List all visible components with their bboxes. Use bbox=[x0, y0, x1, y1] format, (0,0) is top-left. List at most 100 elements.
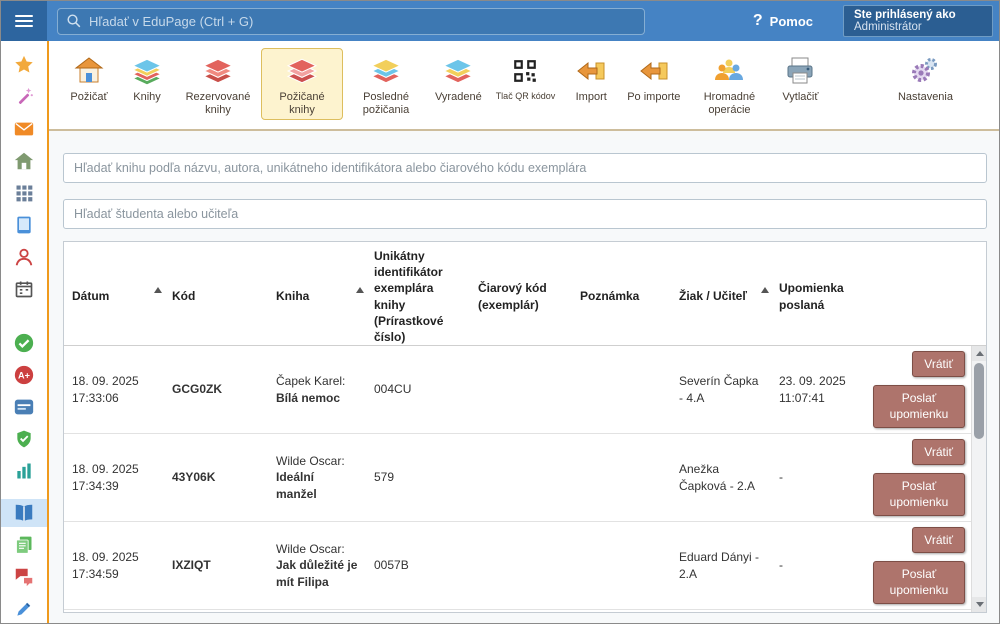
cell-unique-id: 579 bbox=[366, 463, 470, 491]
sidebar-item-card[interactable] bbox=[1, 393, 47, 421]
column-header-label: Kniha bbox=[276, 289, 309, 303]
toolbar-item-label: Import bbox=[576, 91, 607, 104]
sidebar-item-wizard[interactable] bbox=[1, 83, 47, 111]
toolbar-item-label: Požičané knihy bbox=[267, 91, 337, 117]
scroll-up-icon[interactable] bbox=[972, 346, 986, 361]
sidebar-item-security[interactable] bbox=[1, 425, 47, 453]
toolbar-item-reserved-books[interactable]: Rezervované knihy bbox=[177, 48, 259, 120]
topbar: ? Pomoc Ste prihlásený ako Administrátor bbox=[1, 1, 999, 41]
grades-a-plus-icon: A+ bbox=[13, 364, 35, 386]
sidebar-item-library[interactable] bbox=[1, 499, 47, 527]
table-row: 18. 09. 2025 17:33:06 GCG0ZK Čapek Karel… bbox=[64, 346, 971, 434]
book-author: Wilde Oscar: bbox=[276, 453, 358, 469]
sort-asc-icon[interactable] bbox=[761, 287, 769, 293]
toolbar-item-label: Tlač QR kódov bbox=[496, 91, 556, 102]
toolbar-item-discarded[interactable]: Vyradené bbox=[429, 48, 488, 107]
pen-icon bbox=[14, 599, 34, 619]
global-search-input[interactable] bbox=[89, 14, 636, 29]
library-toolbar: Požičať Knihy Rezervované knihy bbox=[49, 41, 999, 131]
sidebar-item-messages[interactable] bbox=[1, 115, 47, 143]
scrollbar-thumb[interactable] bbox=[974, 363, 984, 439]
sidebar-item-chat[interactable] bbox=[1, 563, 47, 591]
books-stack-reserved-icon bbox=[201, 53, 235, 89]
column-header-unique-id[interactable]: Unikátny identifikátor exemplára knihy (… bbox=[366, 242, 470, 351]
column-header-label: Upomienka poslaná bbox=[779, 281, 844, 311]
cell-date: 18. 09. 2025 17:33:06 bbox=[64, 367, 164, 411]
return-button[interactable]: Vrátiť bbox=[912, 439, 965, 465]
column-header-label: Kód bbox=[172, 289, 195, 303]
return-button[interactable]: Vrátiť bbox=[912, 351, 965, 377]
book-title: Bílá nemoc bbox=[276, 390, 358, 406]
logged-in-user-box[interactable]: Ste prihlásený ako Administrátor bbox=[843, 5, 993, 37]
cell-note bbox=[572, 560, 671, 572]
column-header-note[interactable]: Poznámka bbox=[572, 282, 671, 310]
borrowed-books-table: Dátum Kód Kniha Unikátny identifikátor e… bbox=[63, 241, 987, 613]
toolbar-item-import[interactable]: Import bbox=[563, 48, 619, 107]
sort-asc-icon[interactable] bbox=[356, 287, 364, 293]
toolbar-item-label: Posledné požičania bbox=[351, 91, 421, 117]
column-header-reminder[interactable]: Upomienka poslaná bbox=[771, 274, 873, 318]
column-header-person[interactable]: Žiak / Učiteľ bbox=[671, 282, 771, 310]
sidebar-item-edit[interactable] bbox=[1, 595, 47, 623]
books-stack-borrowed-icon bbox=[285, 53, 319, 89]
timetable-grid-icon bbox=[14, 183, 34, 203]
column-header-date[interactable]: Dátum bbox=[64, 282, 164, 310]
scroll-down-icon[interactable] bbox=[972, 597, 986, 612]
toolbar-item-print[interactable]: Vytlačiť bbox=[772, 48, 828, 107]
help-label: Pomoc bbox=[770, 14, 813, 29]
send-reminder-button[interactable]: Poslať upomienku bbox=[873, 473, 965, 516]
global-search-field[interactable] bbox=[57, 8, 645, 35]
sort-asc-icon[interactable] bbox=[154, 287, 162, 293]
column-header-code[interactable]: Kód bbox=[164, 282, 268, 310]
toolbar-item-bulk-operations[interactable]: Hromadné operácie bbox=[688, 48, 770, 120]
sidebar-item-documents[interactable] bbox=[1, 531, 47, 559]
svg-text:A+: A+ bbox=[18, 371, 30, 381]
person-icon bbox=[13, 246, 35, 268]
person-search-input[interactable] bbox=[63, 199, 987, 229]
cell-code: 43Y06K bbox=[164, 463, 268, 491]
toolbar-item-recent-loans[interactable]: Posledné požičania bbox=[345, 48, 427, 120]
cell-barcode bbox=[470, 472, 572, 484]
sidebar-item-results[interactable] bbox=[1, 457, 47, 485]
sidebar-item-timetable[interactable] bbox=[1, 179, 47, 207]
calendar-icon bbox=[14, 279, 34, 299]
sidebar-item-etestbook[interactable] bbox=[1, 211, 47, 239]
cell-book: Čapek Karel: Bílá nemoc bbox=[268, 367, 366, 411]
column-header-barcode[interactable]: Čiarový kód (exemplár) bbox=[470, 274, 572, 318]
hamburger-menu-icon[interactable] bbox=[1, 1, 47, 41]
toolbar-item-print-qr[interactable]: Tlač QR kódov bbox=[490, 48, 562, 105]
user-role-label: Administrátor bbox=[854, 21, 982, 33]
toolbar-item-books[interactable]: Knihy bbox=[119, 48, 175, 107]
column-header-actions bbox=[873, 291, 971, 303]
send-reminder-button[interactable]: Poslať upomienku bbox=[873, 385, 965, 428]
sidebar-item-favorites[interactable] bbox=[1, 51, 47, 79]
book-author: Čapek Karel: bbox=[276, 373, 358, 389]
send-reminder-button[interactable]: Poslať upomienku bbox=[873, 561, 965, 604]
sidebar-item-grades[interactable]: A+ bbox=[1, 361, 47, 389]
toolbar-item-label: Hromadné operácie bbox=[694, 91, 764, 117]
book-title: Ideální manžel bbox=[276, 469, 358, 501]
sidebar-item-attendance[interactable] bbox=[1, 329, 47, 357]
table-header-row: Dátum Kód Kniha Unikátny identifikátor e… bbox=[64, 242, 986, 346]
toolbar-item-label: Nastavenia bbox=[898, 91, 953, 104]
return-button[interactable]: Vrátiť bbox=[912, 527, 965, 553]
sidebar-item-calendar[interactable] bbox=[1, 275, 47, 303]
sidebar-item-home[interactable] bbox=[1, 147, 47, 175]
tablet-icon bbox=[14, 215, 34, 235]
column-header-book[interactable]: Kniha bbox=[268, 282, 366, 310]
toolbar-item-lend[interactable]: Požičať bbox=[61, 48, 117, 107]
import-arrow-icon bbox=[575, 53, 607, 89]
books-stack-recent-icon bbox=[369, 53, 403, 89]
table-rows-viewport: 18. 09. 2025 17:33:06 GCG0ZK Čapek Karel… bbox=[64, 346, 986, 612]
book-search-input[interactable] bbox=[63, 153, 987, 183]
toolbar-item-label: Rezervované knihy bbox=[183, 91, 253, 117]
table-scrollbar[interactable] bbox=[971, 346, 986, 612]
book-icon bbox=[13, 502, 35, 524]
sidebar-item-profile[interactable] bbox=[1, 243, 47, 271]
question-mark-icon: ? bbox=[753, 12, 763, 30]
toolbar-item-settings[interactable]: Nastavenia bbox=[892, 48, 959, 107]
shield-check-icon bbox=[14, 429, 34, 449]
help-button[interactable]: ? Pomoc bbox=[753, 12, 813, 30]
toolbar-item-after-import[interactable]: Po importe bbox=[621, 48, 686, 107]
toolbar-item-borrowed-books[interactable]: Požičané knihy bbox=[261, 48, 343, 120]
